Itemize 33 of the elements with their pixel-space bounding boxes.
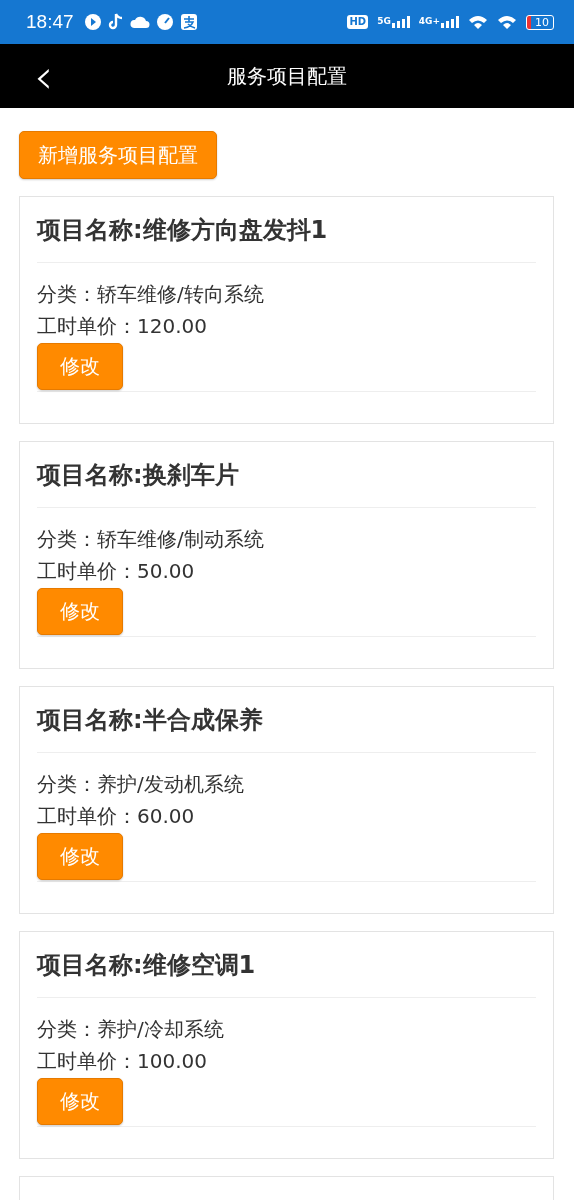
- service-name: 项目名称:半合成保养: [37, 705, 264, 736]
- service-price: 工时单价：50.00: [37, 558, 196, 585]
- payment-app-icon: [179, 13, 198, 31]
- network-label: 5G: [377, 16, 391, 26]
- service-category: 分类：养护/发动机系统: [37, 771, 245, 798]
- app-notification-icon: [83, 13, 102, 31]
- signal-icon: [441, 16, 459, 28]
- service-price: 工时单价：100.00: [37, 1048, 208, 1075]
- wifi-icon: [497, 14, 517, 30]
- service-category: 分类：轿车维修/转向系统: [37, 281, 265, 308]
- battery-level: 10: [526, 14, 554, 30]
- page-title: 服务项目配置: [226, 62, 348, 90]
- clock-time: 18:47: [26, 11, 74, 33]
- back-button[interactable]: ‹: [0, 46, 100, 106]
- signal-icon: [391, 16, 410, 28]
- music-note-icon: [107, 13, 124, 31]
- service-category: 分类：养护/冷却系统: [37, 1016, 225, 1043]
- network-label: 4G+: [418, 16, 440, 26]
- service-price: 工时单价：60.00: [37, 803, 196, 830]
- cloud-icon: [129, 14, 150, 30]
- edit-button[interactable]: 修改: [37, 1078, 123, 1125]
- add-config-button[interactable]: 新增服务项目配置: [19, 131, 217, 179]
- network-label: HD: [347, 15, 369, 29]
- service-price: 工时单价：120.00: [37, 313, 208, 340]
- service-category: 分类：轿车维修/制动系统: [37, 526, 265, 553]
- service-name: 项目名称:换刹车片: [37, 460, 240, 491]
- gauge-icon: [155, 13, 174, 31]
- service-name: 项目名称:维修方向盘发抖1: [37, 215, 329, 246]
- service-name: 项目名称:维修空调1: [37, 950, 257, 981]
- edit-button[interactable]: 修改: [37, 343, 123, 390]
- wifi-icon: [468, 14, 488, 30]
- edit-button[interactable]: 修改: [37, 833, 123, 880]
- edit-button[interactable]: 修改: [37, 588, 123, 635]
